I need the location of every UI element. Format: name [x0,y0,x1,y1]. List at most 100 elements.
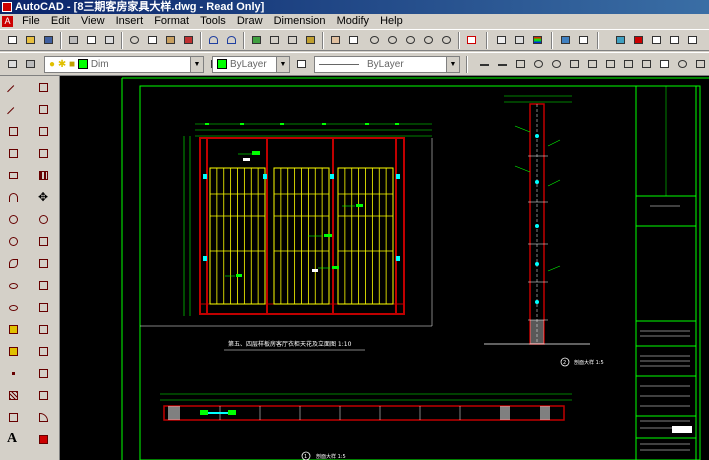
offset-icon[interactable] [35,145,53,163]
sheet-set-icon[interactable] [529,32,546,48]
menu-help[interactable]: Help [376,14,407,29]
ordinate-dimension-icon[interactable] [512,56,529,72]
polyline-icon[interactable] [5,123,23,141]
help-icon[interactable] [463,32,480,48]
layer-manager-icon[interactable] [4,56,21,72]
scale-icon[interactable] [35,233,53,251]
zoom-window-icon[interactable] [384,32,401,48]
multiline-text-icon[interactable]: A [5,431,23,449]
hyperlink-icon[interactable] [248,32,265,48]
menu-edit[interactable]: Edit [47,14,74,29]
pan-realtime-icon[interactable] [327,32,344,48]
chevron-down-icon[interactable]: ▼ [190,57,203,72]
make-block-icon[interactable] [5,343,23,361]
explode-icon[interactable] [35,431,53,449]
3d-orbit-icon[interactable] [302,32,319,48]
polygon-icon[interactable] [5,145,23,163]
break-icon[interactable] [35,343,53,361]
edit-text-icon[interactable] [684,32,701,48]
menu-dimension[interactable]: Dimension [270,14,330,29]
chamfer-icon[interactable] [35,387,53,405]
match-properties-icon[interactable] [180,32,197,48]
menu-draw[interactable]: Draw [233,14,267,29]
rotate-icon[interactable] [35,211,53,229]
linear-dimension-icon[interactable] [476,56,493,72]
color-dropdown[interactable]: ByLayer ▼ [212,56,290,73]
quick-dimension-icon[interactable] [584,56,601,72]
menu-format[interactable]: Format [150,14,193,29]
markup-icon[interactable] [557,32,574,48]
move-icon[interactable]: ✥ [35,189,53,207]
insert-block-icon[interactable] [5,321,23,339]
menu-view[interactable]: View [77,14,109,29]
menu-insert[interactable]: Insert [112,14,148,29]
document-icon[interactable]: A [2,16,13,27]
menu-tools[interactable]: Tools [196,14,230,29]
quickcalc-icon[interactable] [575,32,592,48]
tool-palettes-icon[interactable] [511,32,528,48]
array-icon[interactable] [35,167,53,185]
menu-modify[interactable]: Modify [333,14,373,29]
angular-dimension-icon[interactable] [566,56,583,72]
layer-previous-icon[interactable] [612,32,629,48]
radius-dimension-icon[interactable] [530,56,547,72]
copy-icon[interactable] [144,32,161,48]
zoom-realtime-icon[interactable] [366,32,383,48]
layer-dropdown[interactable]: ● ✱ ■ Dim ▼ [44,56,204,73]
break-at-point-icon[interactable] [35,321,53,339]
line-icon[interactable] [5,79,23,98]
open-icon[interactable] [22,32,39,48]
chevron-down-icon[interactable]: ▼ [276,57,289,72]
print-icon[interactable] [65,32,82,48]
drawing-canvas[interactable]: 第五、四层样板房客厅衣柜天花及立面图 1:10 2 剖面大样 1:5 1 剖面大… [60,76,709,460]
ellipse-arc-icon[interactable] [5,299,23,317]
linetype-dropdown[interactable]: ByLayer ▼ [314,56,460,73]
undo-icon[interactable] [205,32,222,48]
redo-icon[interactable] [223,32,240,48]
diameter-dimension-icon[interactable] [548,56,565,72]
zoom-previous-icon[interactable] [402,32,419,48]
point-icon[interactable] [5,365,23,383]
cut-icon[interactable] [126,32,143,48]
save-icon[interactable] [40,32,57,48]
arc-icon[interactable] [5,189,23,207]
linetype-icon[interactable] [293,56,310,72]
trim-icon[interactable] [35,277,53,295]
layer-states-icon[interactable] [22,56,39,72]
design-center-icon[interactable] [493,32,510,48]
spell-check-icon[interactable] [666,32,683,48]
mirror-icon[interactable] [35,123,53,141]
mtext-icon[interactable] [648,32,665,48]
print-preview-icon[interactable] [83,32,100,48]
named-views-icon[interactable] [284,32,301,48]
properties-icon[interactable] [345,32,362,48]
circle-icon[interactable] [5,211,23,229]
region-icon[interactable] [5,409,23,427]
chevron-down-icon[interactable]: ▼ [446,57,459,72]
stretch-icon[interactable] [35,255,53,273]
zoom-in-icon[interactable] [438,32,455,48]
revision-cloud-icon[interactable] [5,233,23,251]
hatch-icon[interactable] [5,387,23,405]
extend-icon[interactable] [35,299,53,317]
construction-line-icon[interactable] [5,101,23,120]
ellipse-icon[interactable] [5,277,23,295]
fillet-icon[interactable] [35,409,53,427]
copy-object-icon[interactable] [35,101,53,119]
menu-file[interactable]: File [18,14,44,29]
continue-dimension-icon[interactable] [620,56,637,72]
dimension-edit-icon[interactable] [692,56,709,72]
center-mark-icon[interactable] [674,56,691,72]
aligned-dimension-icon[interactable] [494,56,511,72]
rectangle-icon[interactable] [5,167,23,185]
join-icon[interactable] [35,365,53,383]
publish-icon[interactable] [101,32,118,48]
new-icon[interactable] [4,32,21,48]
erase-icon[interactable] [35,79,53,97]
ucs-icon[interactable] [266,32,283,48]
paste-icon[interactable] [162,32,179,48]
baseline-dimension-icon[interactable] [602,56,619,72]
text-style-icon[interactable] [630,32,647,48]
tolerance-icon[interactable] [656,56,673,72]
zoom-extents-icon[interactable] [420,32,437,48]
